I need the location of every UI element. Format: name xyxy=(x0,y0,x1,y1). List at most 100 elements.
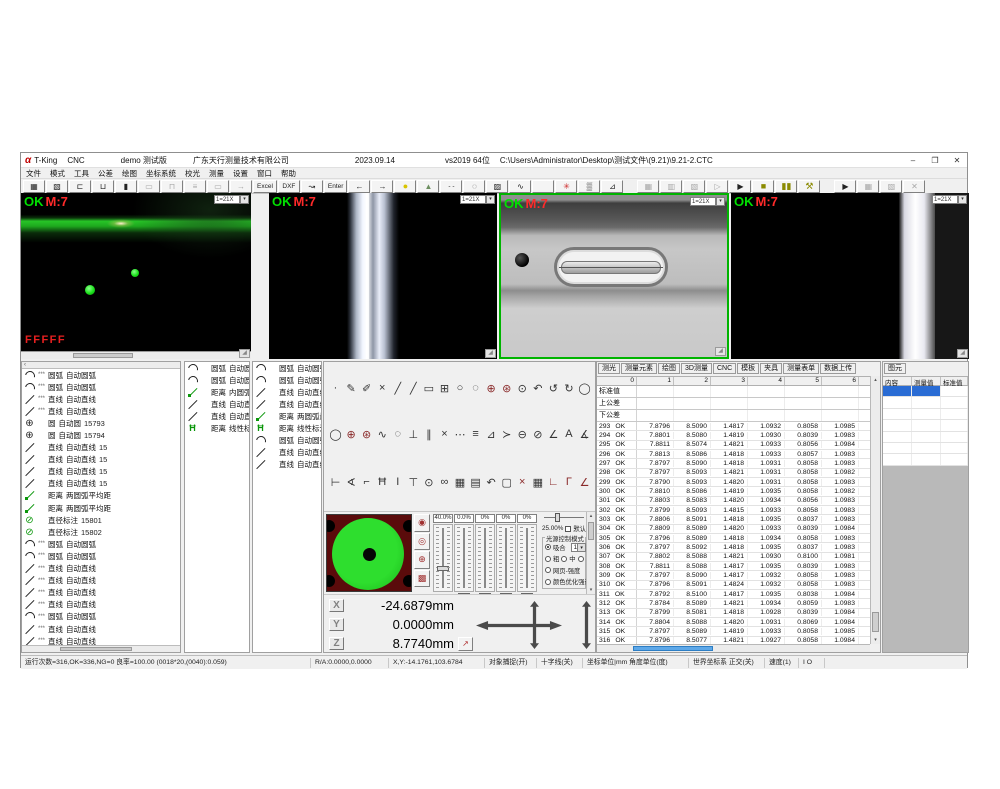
result-row[interactable]: 307OK7.88028.50881.48211.09300.81001.098… xyxy=(597,553,870,562)
blank-tool-2-button[interactable]: ▭ xyxy=(207,180,229,193)
open-2-button[interactable]: ▧ xyxy=(880,180,902,193)
columns-tool-button[interactable]: ≡ xyxy=(184,180,206,193)
feature-row[interactable]: 距离两圆弧平均距 xyxy=(22,490,180,502)
arc-cw-tool-icon[interactable]: ↻ xyxy=(561,382,576,395)
result-row[interactable]: 315OK7.87978.50891.48191.09330.80581.098… xyxy=(597,627,870,636)
results-tab-5[interactable]: CNC xyxy=(713,363,736,374)
arrow-left-button[interactable]: ← xyxy=(348,180,370,193)
feature-row[interactable]: 圆弧自动圆弧55 xyxy=(253,374,321,386)
zoom-value[interactable]: 1=21X xyxy=(214,195,240,204)
enter-button[interactable]: Enter xyxy=(324,180,348,193)
vertex-tool-icon[interactable]: ≻ xyxy=(499,428,514,441)
result-row[interactable]: 306OK7.87978.50921.48181.09350.80371.098… xyxy=(597,543,870,552)
dim-top-tool-icon[interactable]: ⊤ xyxy=(406,476,421,489)
coord-x-tool-icon[interactable]: ∟ xyxy=(546,476,561,489)
element-row[interactable] xyxy=(883,443,968,454)
element-row[interactable] xyxy=(883,432,968,443)
result-row[interactable]: 308OK7.88118.50881.48171.09350.80391.098… xyxy=(597,562,870,571)
blank-tool-3-button[interactable] xyxy=(532,180,554,193)
feature-row[interactable]: 距离两圆弧最大距 xyxy=(253,410,321,422)
save-measure-button[interactable]: ▦ xyxy=(23,180,45,193)
star-button[interactable]: ✳ xyxy=(555,180,577,193)
ring-light-preview[interactable] xyxy=(326,514,412,592)
circle-tangent-tool-icon[interactable]: ⊘ xyxy=(530,428,545,441)
feature-row[interactable]: 圆弧自动圆弧55 xyxy=(253,362,321,374)
grid-tool-icon[interactable]: ▦ xyxy=(530,476,545,489)
ellipse-scan-tool-icon[interactable]: ⊕ xyxy=(344,428,359,441)
draw-tool-icon[interactable]: ✎ xyxy=(344,382,359,395)
caliper-tool-button[interactable]: ⊏ xyxy=(69,180,91,193)
feature-row[interactable]: ***圆弧自动圆弧 xyxy=(22,611,180,623)
dim-height-tool-icon[interactable]: I xyxy=(390,476,405,489)
feature-row[interactable]: 直线自动直线15 xyxy=(22,454,180,466)
feature-row[interactable]: ***直线自动直线 xyxy=(22,587,180,599)
light-bulb-button[interactable]: ● xyxy=(394,180,416,193)
slider-track[interactable] xyxy=(475,524,495,592)
coord-z-tool-icon[interactable]: ∠ xyxy=(577,476,592,489)
camera-3-zoom-select[interactable]: 1=21X▾ xyxy=(690,197,725,206)
save-2-button[interactable]: ▦ xyxy=(637,180,659,193)
x-axis-button[interactable]: X xyxy=(329,599,344,612)
dim-runout-tool-icon[interactable]: ∞ xyxy=(437,476,452,489)
result-row[interactable]: 304OK7.88098.50891.48201.09330.80391.098… xyxy=(597,525,870,534)
menu-item-1[interactable]: 文件 xyxy=(26,168,41,179)
feature-row[interactable]: 直线自动直线55 xyxy=(253,447,321,459)
open-run-button[interactable]: ▧ xyxy=(683,180,705,193)
camera-4-image[interactable] xyxy=(731,193,969,359)
light-slider-4[interactable]: 0% xyxy=(496,514,516,592)
text-tool-icon[interactable]: A xyxy=(561,428,576,441)
feature-row[interactable]: 圆自动圆15794 xyxy=(22,429,180,441)
light-slider-2[interactable]: 0.0% xyxy=(454,514,474,592)
scroll-down-icon[interactable]: ▾ xyxy=(587,586,595,594)
feature-row[interactable]: 直线自动直线15 xyxy=(22,442,180,454)
result-row[interactable]: 314OK7.88048.50881.48201.09310.80691.098… xyxy=(597,618,870,627)
results-tab-9[interactable]: 数据上传 xyxy=(820,363,856,374)
menu-item-4[interactable]: 公差 xyxy=(98,168,113,179)
open-file-button[interactable]: ▧ xyxy=(46,180,68,193)
rect-tool-icon[interactable]: ▭ xyxy=(421,382,436,395)
line-tool-icon[interactable]: ╱ xyxy=(390,382,405,395)
ellipse-tool-icon[interactable]: ◯ xyxy=(577,382,592,395)
circle-scan-tool-icon[interactable]: ⊕ xyxy=(484,382,499,395)
excel-export-button[interactable]: Excel xyxy=(253,180,277,193)
results-hscrollbar[interactable] xyxy=(597,644,870,652)
result-row[interactable]: 295OK7.88118.50741.48211.09330.80561.098… xyxy=(597,441,870,450)
wrench-button[interactable]: ✕ xyxy=(903,180,925,193)
result-row[interactable]: 293OK7.87968.50901.48171.09320.80581.098… xyxy=(597,422,870,431)
ring-outer-light-button[interactable]: ◉ xyxy=(414,514,430,532)
results-tab-8[interactable]: 测量表单 xyxy=(783,363,819,374)
results-tab-1[interactable]: 测光 xyxy=(598,363,620,374)
menu-item-8[interactable]: 测量 xyxy=(209,168,224,179)
spline-tool-icon[interactable]: ◌ xyxy=(390,428,405,441)
angle-arc-tool-icon[interactable]: ∡ xyxy=(577,428,592,441)
feature-row[interactable]: ***直线自动直线 xyxy=(22,405,180,417)
undo-tool-icon[interactable]: ↶ xyxy=(484,476,499,489)
menu-item-3[interactable]: 工具 xyxy=(74,168,89,179)
feature-row[interactable]: 直线自动直线15 xyxy=(22,466,180,478)
resize-grip-icon[interactable]: ◢ xyxy=(957,349,968,358)
save-3-button[interactable]: ▦ xyxy=(857,180,879,193)
resize-grip-icon[interactable]: ◢ xyxy=(715,347,726,356)
element-row[interactable] xyxy=(883,454,968,465)
results-vscrollbar[interactable]: ▴ ▾ xyxy=(870,376,880,644)
results-tab-7[interactable]: 夹具 xyxy=(760,363,782,374)
element-row[interactable] xyxy=(883,386,968,397)
feature-row[interactable]: 直线自动直线55 xyxy=(253,386,321,398)
feature-row[interactable]: ***直线自动直线 xyxy=(22,599,180,611)
lasso-button[interactable]: ◌ xyxy=(463,180,485,193)
triangle-tool-icon[interactable]: ⊿ xyxy=(484,428,499,441)
cup-tool-button[interactable]: ⊓ xyxy=(161,180,183,193)
dim-circle-tool-icon[interactable]: ⊙ xyxy=(421,476,436,489)
feature-row[interactable]: 距离线性标注66 xyxy=(185,422,249,434)
terrain-button[interactable]: ▲ xyxy=(417,180,439,193)
intersect-tool-icon[interactable]: × xyxy=(437,428,452,441)
results-tab-3[interactable]: 绘图 xyxy=(658,363,680,374)
menu-item-6[interactable]: 坐标系统 xyxy=(146,168,176,179)
options-scrollbar[interactable]: ▴ ▾ xyxy=(586,512,595,594)
dither-button[interactable]: ▒ xyxy=(578,180,600,193)
light-slider-5[interactable]: 0% xyxy=(517,514,537,592)
dxf-export-button[interactable]: DXF xyxy=(278,180,300,193)
resize-grip-icon[interactable]: ◢ xyxy=(239,349,250,358)
option-radio-1[interactable] xyxy=(545,567,551,573)
draw-edit-tool-icon[interactable]: ✐ xyxy=(359,382,374,395)
